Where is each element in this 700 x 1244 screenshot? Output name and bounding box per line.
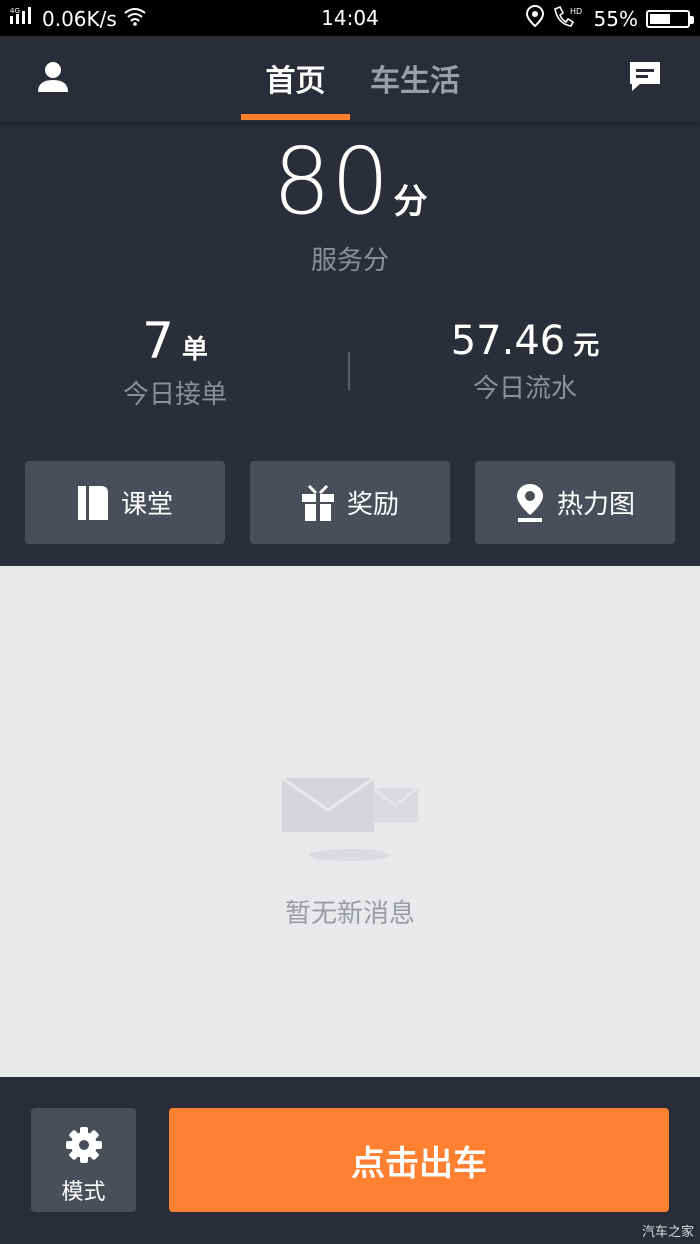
mode-button[interactable]: 模式 — [31, 1108, 136, 1212]
location-icon — [525, 4, 544, 32]
heatmap-label: 热力图 — [556, 490, 635, 520]
envelope-icon — [281, 776, 419, 861]
orders-unit: 单 — [181, 335, 208, 365]
status-bar: 4G 0.06K/s 14:04 HD 55% — [0, 0, 700, 36]
battery-percent: 55% — [593, 6, 638, 31]
watermark: 汽车之家 — [641, 1225, 694, 1240]
tab-home[interactable]: 首页 — [241, 56, 350, 100]
rewards-button[interactable]: 奖励 — [250, 461, 450, 544]
income-unit: 元 — [573, 331, 600, 361]
top-nav: 首页 车生活 — [0, 36, 700, 122]
empty-message-text: 暂无新消息 — [284, 899, 415, 929]
rewards-label: 奖励 — [346, 490, 399, 520]
location-pin-icon — [516, 483, 543, 522]
today-income: 57.46 元 今日流水 — [375, 318, 675, 405]
gear-icon — [66, 1127, 102, 1163]
gift-icon — [301, 484, 334, 521]
classroom-button[interactable]: 课堂 — [25, 461, 225, 544]
battery-icon — [646, 9, 694, 28]
orders-label: 今日接单 — [122, 380, 227, 410]
battery-fill — [650, 13, 670, 24]
heatmap-button[interactable]: 热力图 — [475, 461, 675, 544]
today-orders: 7单 今日接单 — [25, 312, 325, 411]
message-icon[interactable] — [628, 60, 662, 94]
score-value: 80 — [272, 128, 390, 235]
service-score: 80 分 — [0, 136, 700, 228]
score-label: 服务分 — [310, 246, 389, 276]
svg-text:HD: HD — [570, 7, 582, 16]
mode-label: 模式 — [61, 1180, 106, 1205]
orders-value: 7 — [142, 312, 174, 370]
income-label: 今日流水 — [472, 374, 577, 404]
score-unit: 分 — [393, 182, 428, 222]
classroom-label: 课堂 — [120, 490, 173, 520]
profile-icon[interactable] — [36, 60, 70, 94]
hd-call-icon: HD — [552, 5, 586, 32]
income-value: 57.46 — [450, 318, 566, 364]
start-driving-button[interactable]: 点击出车 — [169, 1108, 669, 1212]
book-icon — [77, 485, 108, 520]
stats-divider — [348, 352, 350, 390]
active-tab-indicator — [241, 114, 350, 120]
tab-car-life[interactable]: 车生活 — [370, 56, 460, 100]
